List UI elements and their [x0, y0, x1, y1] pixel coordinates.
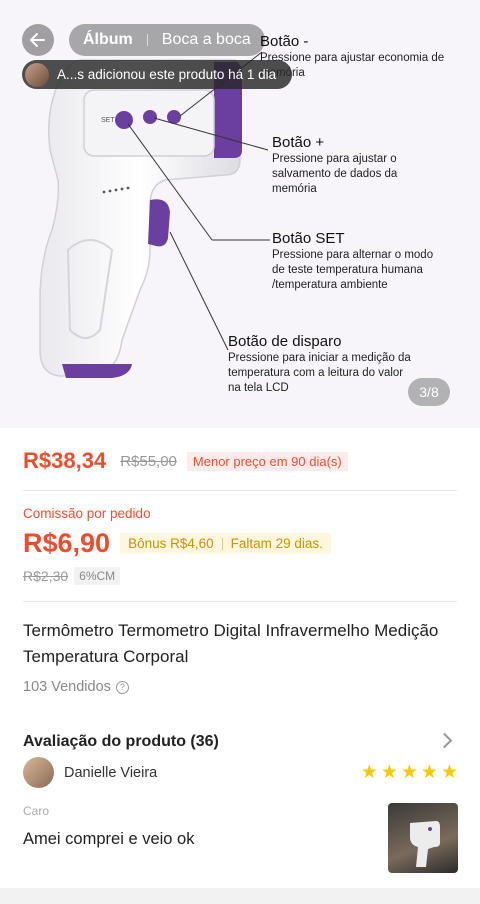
tab-separator	[146, 34, 148, 46]
arrow-left-icon	[30, 33, 45, 47]
bonus-remaining: Faltam 29 dias.	[230, 536, 323, 551]
annotation-set: Botão SET Pressione para alternar o modo…	[272, 230, 472, 293]
star-icon: ★	[400, 762, 418, 783]
original-price: R$55,00	[120, 452, 177, 470]
annotation-desc: Pressione para ajustar o salvamento de d…	[272, 153, 398, 195]
star-icon: ★	[420, 762, 438, 783]
top-bar: Álbum Boca a boca	[22, 24, 480, 56]
rating-stars: ★ ★ ★ ★ ★	[358, 763, 458, 783]
info-icon[interactable]: ?	[115, 680, 129, 694]
bonus-badge: Bônus R$4,60 Faltam 29 dias.	[120, 533, 331, 554]
divider	[23, 490, 457, 491]
old-commission: R$2,30	[23, 568, 69, 584]
image-counter: 3/8	[408, 378, 450, 406]
review-photo-thermometer	[410, 821, 440, 867]
tab-album[interactable]: Álbum	[83, 31, 133, 49]
avatar	[25, 62, 49, 87]
bonus-amount: Bônus R$4,60	[128, 536, 214, 551]
tab-boca-a-boca[interactable]: Boca a boca	[162, 31, 251, 49]
reviewer-avatar	[23, 757, 54, 788]
price-row: R$38,34 R$55,00 Menor preço em 90 dia(s)	[23, 448, 348, 474]
sold-count: 103 Vendidos ?	[23, 679, 129, 695]
star-icon: ★	[380, 762, 398, 783]
annotation-desc: Pressione para alternar o modo de teste …	[272, 249, 434, 291]
current-price: R$38,34	[23, 448, 107, 473]
media-tabs: Álbum Boca a boca	[69, 24, 265, 56]
commission-rate-badge: 6%CM	[74, 567, 121, 585]
set-label: SET	[101, 117, 115, 124]
annotation-title: Botão +	[272, 134, 325, 151]
activity-notification: A...s adicionou este produto há 1 dia	[22, 60, 292, 89]
product-title: Termômetro Termometro Digital Infraverme…	[23, 621, 439, 666]
notification-text: A...s adicionou este produto há 1 dia	[57, 67, 277, 82]
chevron-right-icon[interactable]	[436, 732, 453, 749]
review-photo[interactable]	[388, 803, 458, 873]
review-comment: Amei comprei e veio ok	[23, 830, 195, 848]
annotation-title: Botão SET	[272, 230, 345, 247]
sold-text: 103 Vendidos	[23, 679, 111, 695]
commission-sub: R$2,30 6%CM	[23, 567, 121, 585]
star-icon: ★	[440, 762, 458, 783]
annotation-title: Botão de disparo	[228, 333, 342, 350]
divider	[23, 601, 457, 602]
reviewer-name: Danielle Vieira	[64, 764, 158, 781]
commission-row: R$6,90 Bônus R$4,60 Faltam 29 dias.	[23, 528, 331, 559]
lowest-price-badge: Menor preço em 90 dia(s)	[186, 451, 348, 471]
bonus-separator	[221, 537, 223, 550]
star-icon: ★	[360, 762, 378, 783]
commission-label: Comissão por pedido	[23, 506, 151, 521]
commission-value: R$6,90	[23, 528, 111, 558]
reviews-header[interactable]: Avaliação do produto (36)	[23, 733, 219, 751]
section-gap	[0, 888, 480, 904]
annotation-plus: Botão + Pressione para ajustar o salvame…	[272, 134, 472, 197]
reviewer: Danielle Vieira	[23, 757, 157, 788]
review-variation: Caro	[23, 804, 50, 818]
back-button[interactable]	[22, 24, 54, 56]
